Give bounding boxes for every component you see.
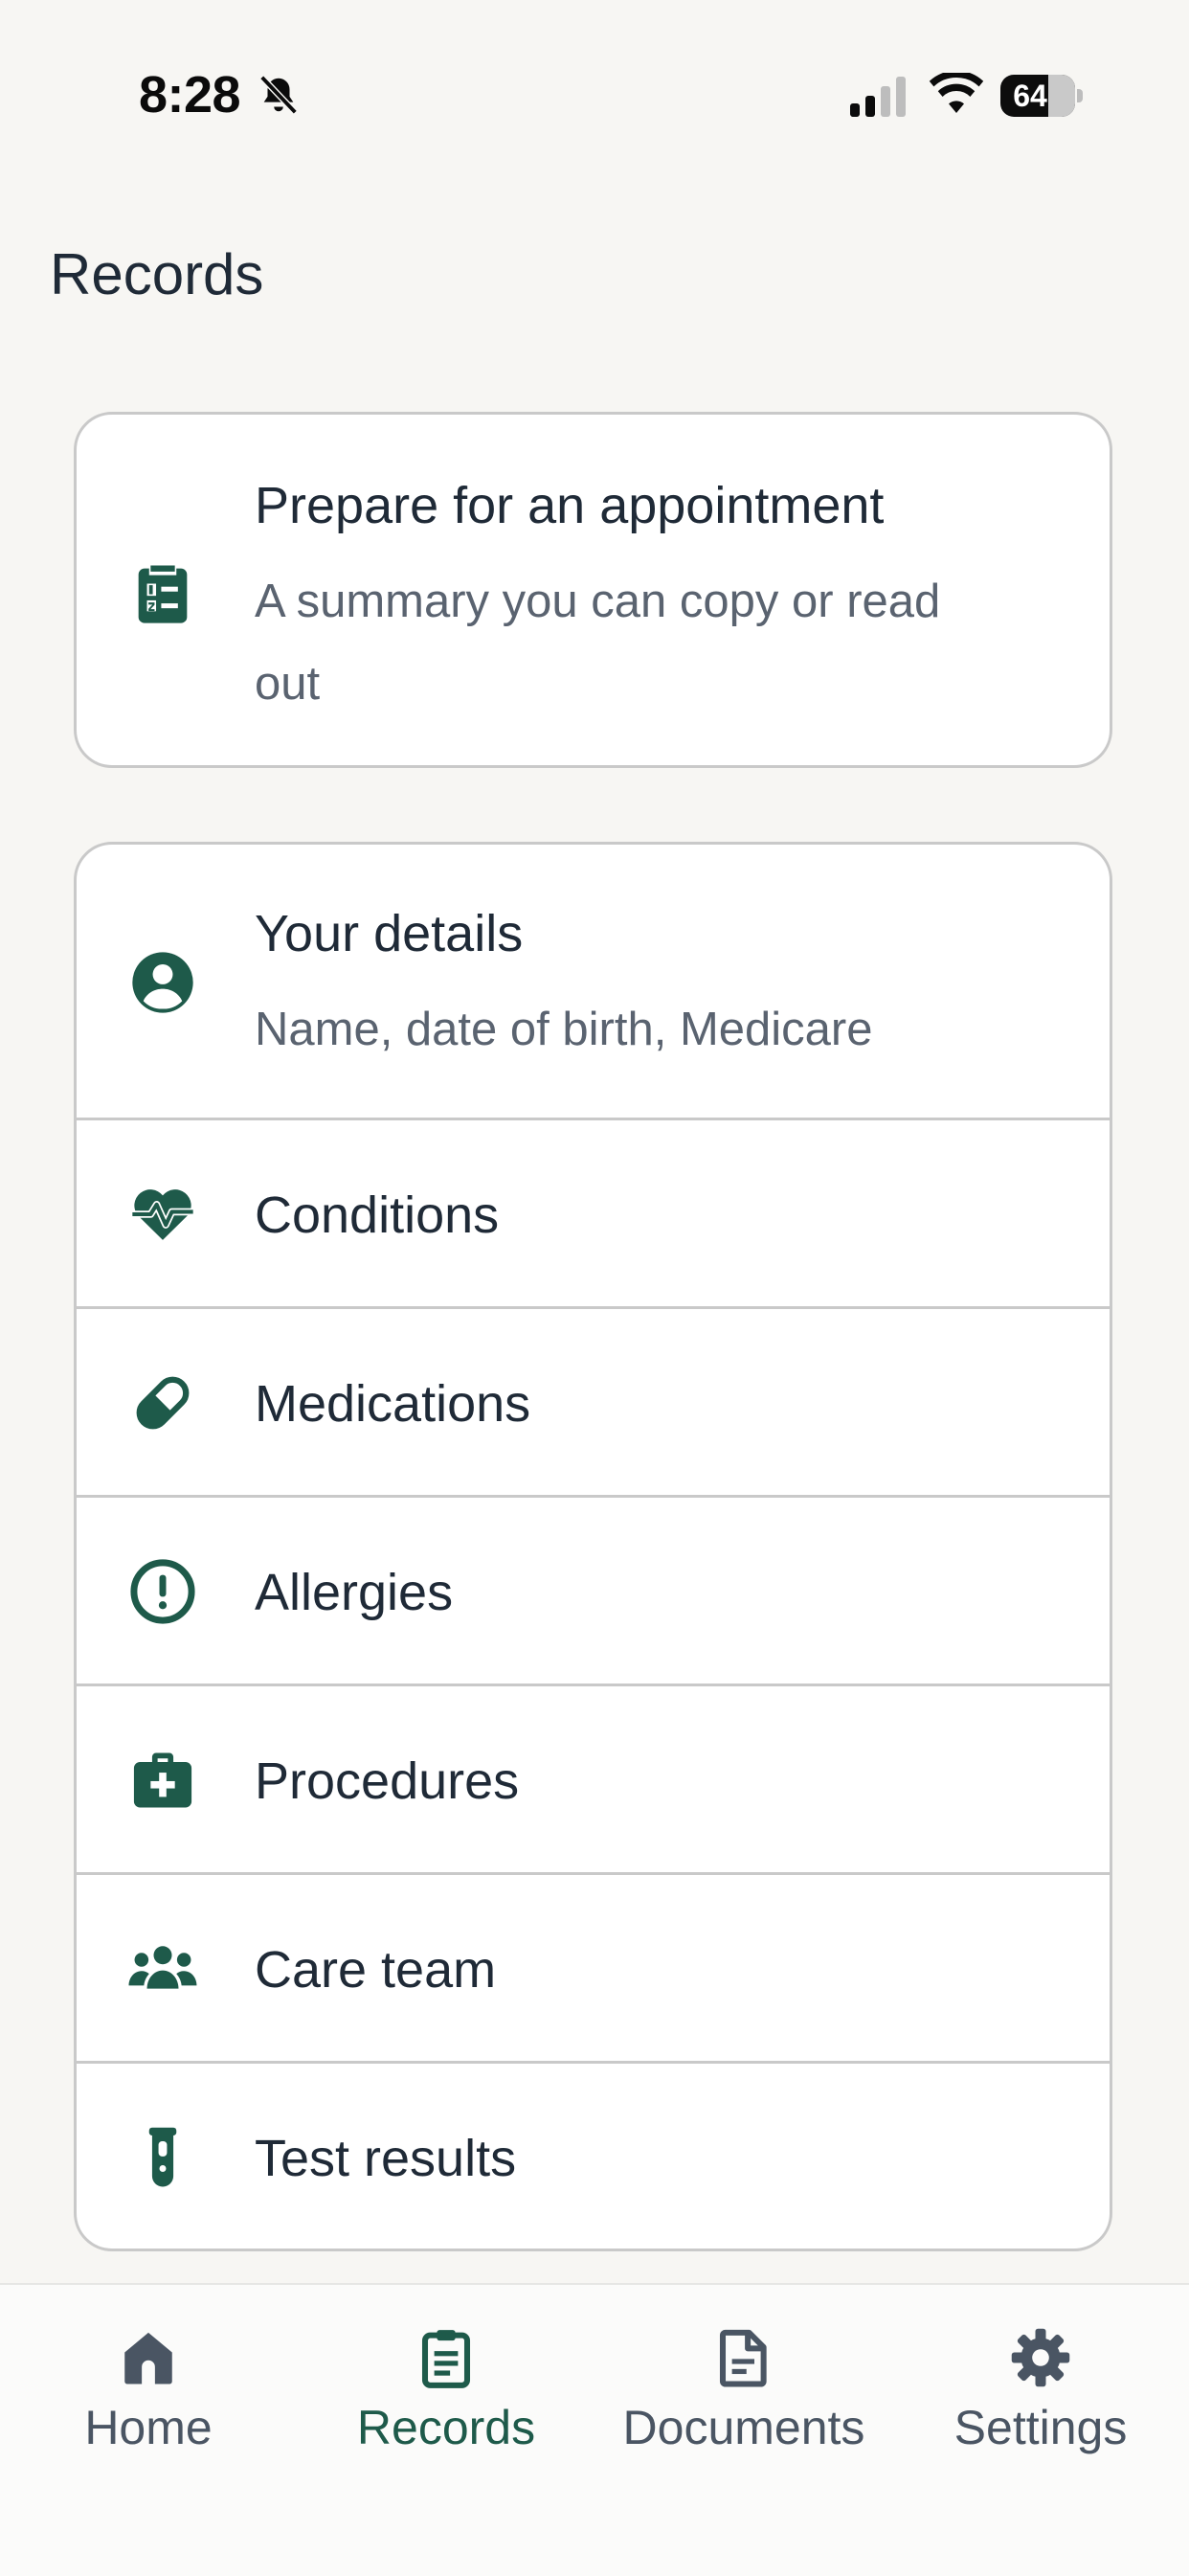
prepare-title: Prepare for an appointment <box>255 477 885 534</box>
list-item-medications[interactable]: Medications <box>77 1309 1110 1498</box>
test-results-label: Test results <box>255 2130 517 2187</box>
status-bar: 8:28 64 <box>0 0 1189 192</box>
your-details-title: Your details <box>255 905 524 962</box>
your-details-subtitle: Name, date of birth, Medicare <box>255 1004 873 1055</box>
home-icon <box>124 2332 172 2384</box>
status-time: 8:28 <box>139 66 241 124</box>
cellular-signal-icon <box>850 77 906 117</box>
wifi-icon <box>929 73 984 113</box>
medical-kit-icon <box>126 1744 199 1817</box>
battery-indicator: 64 <box>1000 75 1083 117</box>
battery-percentage: 64 <box>1013 79 1047 113</box>
prepare-subtitle-line1: A summary you can copy or read <box>255 576 941 627</box>
test-tube-icon <box>126 2123 199 2196</box>
user-circle-icon <box>126 946 199 1019</box>
records-list: Your details Name, date of birth, Medica… <box>74 842 1112 2251</box>
exclamation-circle-icon <box>126 1555 199 1628</box>
pill-icon <box>126 1367 199 1439</box>
list-item-conditions[interactable]: Conditions <box>77 1120 1110 1309</box>
list-item-care-team[interactable]: Care team <box>77 1875 1110 2064</box>
nav-records-label: Records <box>356 2401 536 2454</box>
nav-settings[interactable]: Settings <box>892 2323 1189 2476</box>
nav-records[interactable]: Records <box>298 2323 594 2476</box>
nav-documents[interactable]: Documents <box>595 2323 892 2476</box>
clipboard-icon <box>421 2330 471 2388</box>
list-item-test-results[interactable]: Test results <box>77 2064 1110 2248</box>
gear-icon <box>1011 2328 1070 2387</box>
conditions-label: Conditions <box>255 1186 500 1244</box>
nav-documents-label: Documents <box>622 2401 865 2454</box>
people-group-icon <box>126 1932 199 2005</box>
heart-pulse-icon <box>126 1178 199 1251</box>
nav-home-label: Home <box>84 2401 213 2454</box>
prepare-appointment-card[interactable]: Prepare for an appointment A summary you… <box>74 412 1112 768</box>
medications-label: Medications <box>255 1375 531 1433</box>
list-item-allergies[interactable]: Allergies <box>77 1498 1110 1686</box>
bell-off-icon <box>259 75 298 115</box>
list-item-procedures[interactable]: Procedures <box>77 1686 1110 1875</box>
bottom-navigation: Home Records Documents Settings <box>0 2283 1189 2576</box>
allergies-label: Allergies <box>255 1564 454 1621</box>
page-title: Records <box>50 242 264 306</box>
list-item-your-details[interactable]: Your details Name, date of birth, Medica… <box>77 845 1110 1120</box>
procedures-label: Procedures <box>255 1752 520 1810</box>
clipboard-list-icon <box>126 556 199 629</box>
prepare-subtitle-line2: out <box>255 658 321 710</box>
care-team-label: Care team <box>255 1941 497 1999</box>
nav-home[interactable]: Home <box>0 2323 297 2476</box>
nav-settings-label: Settings <box>953 2401 1128 2454</box>
document-icon <box>719 2329 767 2387</box>
